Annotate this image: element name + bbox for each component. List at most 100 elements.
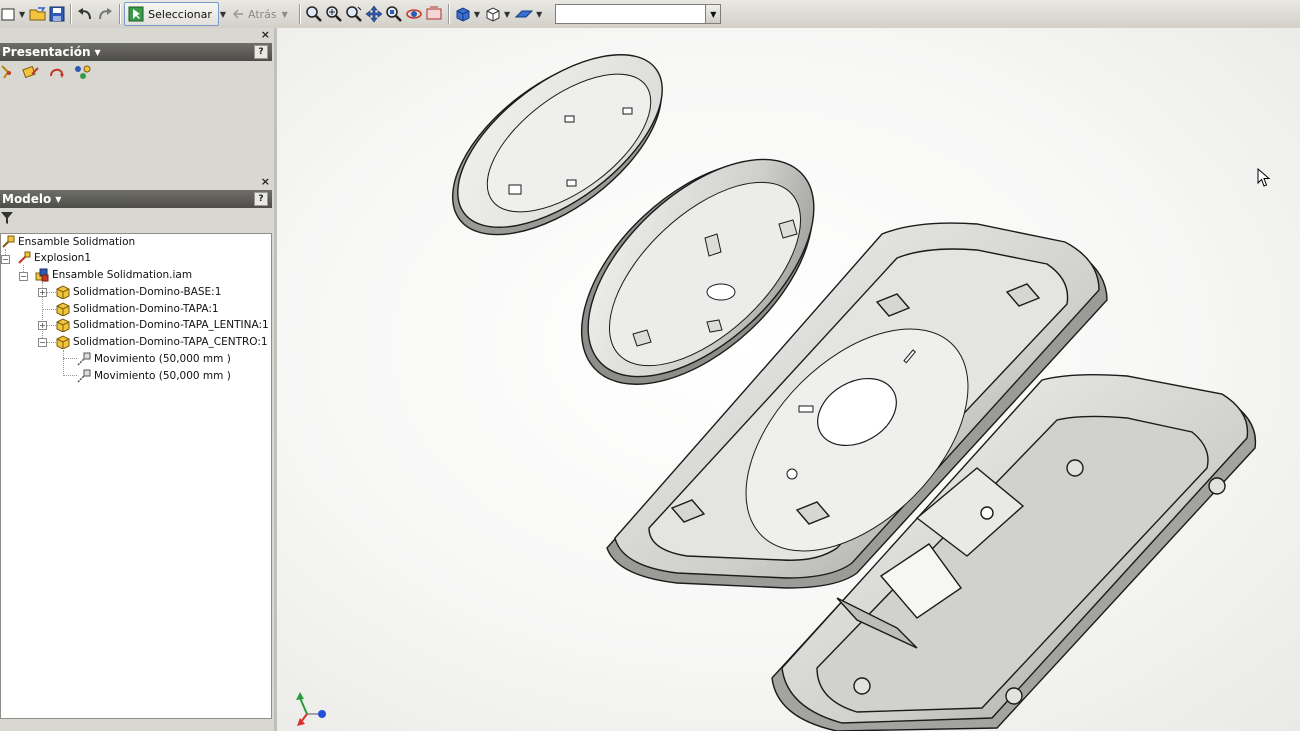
tree-connector (63, 375, 77, 376)
tree-root-ensamble[interactable]: Ensamble Solidmation (1, 234, 135, 250)
main-toolbar: ▼ Seleccionar ▼ Atrás ▼ ▼ ▼ ▼ ▼ (0, 0, 1300, 29)
back-dropdown-arrow[interactable]: ▼ (282, 10, 288, 19)
ground-plane-button[interactable] (514, 3, 534, 25)
select-button[interactable]: Seleccionar (124, 2, 219, 26)
part-cube-icon (56, 318, 70, 332)
movement-trail-icon (77, 369, 91, 383)
model-caret-icon[interactable]: ▼ (55, 195, 61, 204)
create-view-icon[interactable] (0, 64, 14, 80)
save-button[interactable] (49, 3, 65, 25)
exploded-assembly-model[interactable] (277, 28, 1300, 731)
presentation-close-icon[interactable]: × (261, 28, 270, 41)
display-mode-button[interactable] (454, 3, 472, 25)
tree-part-item[interactable]: Solidmation-Domino-TAPA:1 (56, 301, 219, 317)
model-title: Modelo (2, 192, 52, 206)
part-expand-toggle[interactable]: + (38, 321, 47, 330)
assembly-collapse-toggle[interactable]: − (19, 272, 28, 281)
zoom-window-button[interactable] (325, 3, 343, 25)
tree-part-item[interactable]: Solidmation-Domino-TAPA_LENTINA:1 (56, 317, 269, 333)
pan-icon (365, 5, 383, 23)
orbit-icon (406, 9, 422, 19)
zoom-all-button[interactable] (305, 3, 323, 25)
combo-dropdown-arrow[interactable]: ▼ (705, 5, 721, 23)
zoom-selected-icon (386, 6, 402, 22)
zoom-button[interactable] (345, 3, 363, 25)
part-cube-icon (56, 335, 70, 349)
tree-assembly-file[interactable]: Ensamble Solidmation.iam (35, 267, 192, 283)
look-at-icon (426, 6, 442, 20)
model-close-icon[interactable]: × (261, 175, 270, 188)
undo-icon (78, 8, 92, 20)
redo-button[interactable] (96, 3, 114, 25)
tree-part-label: Solidmation-Domino-TAPA:1 (73, 303, 219, 315)
tree-connector (63, 358, 77, 359)
toolbar-separator (447, 4, 449, 24)
tree-movement-label: Movimiento (50,000 mm ) (94, 353, 231, 365)
mouse-cursor-icon (1257, 168, 1271, 187)
tree-part-label: Solidmation-Domino-TAPA_LENTINA:1 (73, 319, 269, 331)
presentation-title: Presentación (2, 45, 91, 59)
presentation-panel-header[interactable]: Presentación ▼ ? (0, 43, 272, 61)
camera-cube-icon (486, 7, 500, 22)
axis-triad-icon (296, 692, 326, 726)
explosion-collapse-toggle[interactable]: − (1, 255, 10, 264)
new-dropdown-arrow[interactable]: ▼ (19, 10, 25, 19)
new-file-icon (1, 8, 15, 21)
tree-part-label: Solidmation-Domino-TAPA_CENTRO:1 (73, 336, 268, 348)
part-collapse-toggle[interactable]: − (38, 338, 47, 347)
presentation-tools (0, 64, 92, 80)
tweak-components-icon[interactable] (22, 64, 40, 80)
browser-pane: × Presentación ▼ ? × Modelo ▼ ? Ensamble… (0, 28, 277, 731)
presentation-help-button[interactable]: ? (254, 45, 268, 59)
model-tree: Ensamble Solidmation − Explosion1 − Ensa… (0, 233, 272, 719)
pan-button[interactable] (365, 3, 383, 25)
tree-part-item[interactable]: Solidmation-Domino-TAPA_CENTRO:1 (56, 334, 268, 350)
camera-button[interactable] (484, 3, 502, 25)
select-label: Seleccionar (148, 7, 212, 21)
select-cursor-icon (128, 6, 144, 22)
presentation-caret-icon[interactable]: ▼ (95, 48, 101, 57)
explosion-icon (17, 251, 31, 265)
camera-dropdown-arrow[interactable]: ▼ (504, 10, 510, 19)
presentation-assembly-icon (1, 235, 15, 249)
zoom-window-icon (326, 6, 342, 22)
tree-movement-item[interactable]: Movimiento (50,000 mm ) (77, 368, 231, 384)
tree-connector (42, 309, 56, 310)
shaded-cube-icon (456, 7, 470, 22)
save-disk-icon (49, 6, 65, 22)
undo-button[interactable] (76, 3, 94, 25)
movement-trail-icon (77, 352, 91, 366)
toolbar-separator (70, 4, 72, 24)
graphics-viewport[interactable] (277, 28, 1300, 731)
tree-connector (63, 350, 64, 376)
zoom-all-icon (306, 6, 322, 22)
model-panel-header[interactable]: Modelo ▼ ? (0, 190, 272, 208)
tree-movement-item[interactable]: Movimiento (50,000 mm ) (77, 351, 231, 367)
part-expand-toggle[interactable]: + (38, 288, 47, 297)
toolbar-combo-box[interactable]: ▼ (555, 4, 722, 24)
back-button[interactable]: Atrás ▼ (229, 8, 295, 21)
tree-explosion-label: Explosion1 (34, 252, 92, 264)
tree-part-label: Solidmation-Domino-BASE:1 (73, 286, 222, 298)
filter-icon[interactable] (0, 211, 14, 225)
tree-part-item[interactable]: Solidmation-Domino-BASE:1 (56, 284, 221, 300)
toolbar-separator (119, 4, 121, 24)
display-mode-dropdown-arrow[interactable]: ▼ (474, 10, 480, 19)
redo-icon (99, 8, 113, 20)
new-file-button[interactable] (1, 3, 17, 25)
open-button[interactable] (29, 3, 47, 25)
orbit-button[interactable] (405, 3, 423, 25)
ground-plane-icon (514, 10, 534, 18)
presentation-panel-body (0, 84, 272, 174)
toolbar-separator (298, 4, 300, 24)
tree-explosion[interactable]: Explosion1 (17, 250, 91, 266)
look-at-button[interactable] (425, 3, 443, 25)
zoom-selected-button[interactable] (385, 3, 403, 25)
tree-assembly-label: Ensamble Solidmation.iam (52, 269, 193, 281)
model-help-button[interactable]: ? (254, 192, 268, 206)
select-dropdown-arrow[interactable]: ▼ (220, 10, 226, 19)
animate-icon[interactable] (74, 64, 92, 80)
precise-rotate-icon[interactable] (48, 64, 66, 80)
ground-plane-dropdown-arrow[interactable]: ▼ (536, 10, 542, 19)
open-folder-icon (29, 7, 46, 21)
